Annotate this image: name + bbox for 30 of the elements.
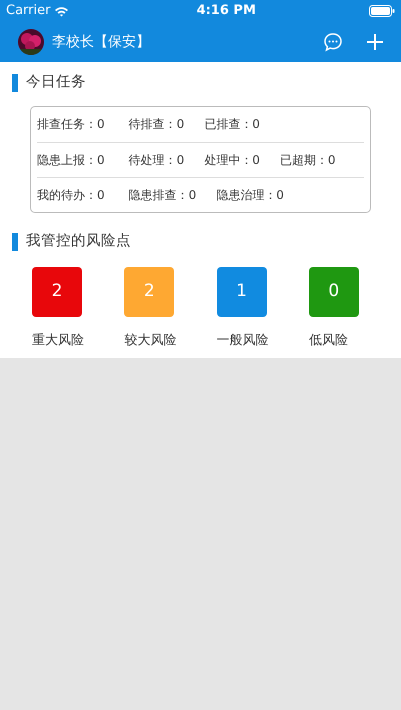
task-count: 排查任务：0 (37, 116, 105, 134)
task-count: 隐患排查：0 (128, 186, 196, 204)
task-count: 已超期：0 (280, 152, 336, 169)
risk-count-tile[interactable]: 0 (308, 266, 359, 316)
battery-icon (368, 5, 395, 17)
task-count: 隐患上报：0 (37, 152, 105, 169)
task-count: 待排查：0 (128, 116, 184, 134)
clock-time: 4:16 PM (196, 2, 256, 20)
risk-count-tile[interactable]: 2 (124, 266, 174, 316)
task-count: 已排查：0 (204, 116, 260, 134)
risk-count-tile[interactable]: 2 (32, 266, 82, 316)
user-title: 李校长【保安】 (52, 32, 150, 52)
risk-level-label: 一般风险 (216, 332, 268, 350)
task-count: 我的待办：0 (37, 186, 105, 204)
task-count: 处理中：0 (204, 152, 260, 169)
section-title: 我管控的风险点 (26, 232, 131, 251)
risk-level-label: 较大风险 (124, 332, 176, 350)
risk-level-label: 重大风险 (32, 332, 84, 350)
section-marker (12, 74, 18, 92)
wifi-icon (54, 6, 70, 16)
carrier-label: Carrier (6, 2, 50, 20)
section-title: 今日任务 (26, 73, 86, 92)
chat-icon[interactable] (323, 32, 343, 52)
avatar[interactable] (18, 29, 44, 55)
task-count: 隐患治理：0 (216, 186, 284, 204)
risk-level-label: 低风险 (308, 332, 348, 350)
task-count: 待处理：0 (128, 152, 184, 169)
section-marker (12, 232, 18, 251)
add-icon[interactable] (367, 34, 383, 50)
risk-count-tile[interactable]: 1 (216, 266, 266, 316)
